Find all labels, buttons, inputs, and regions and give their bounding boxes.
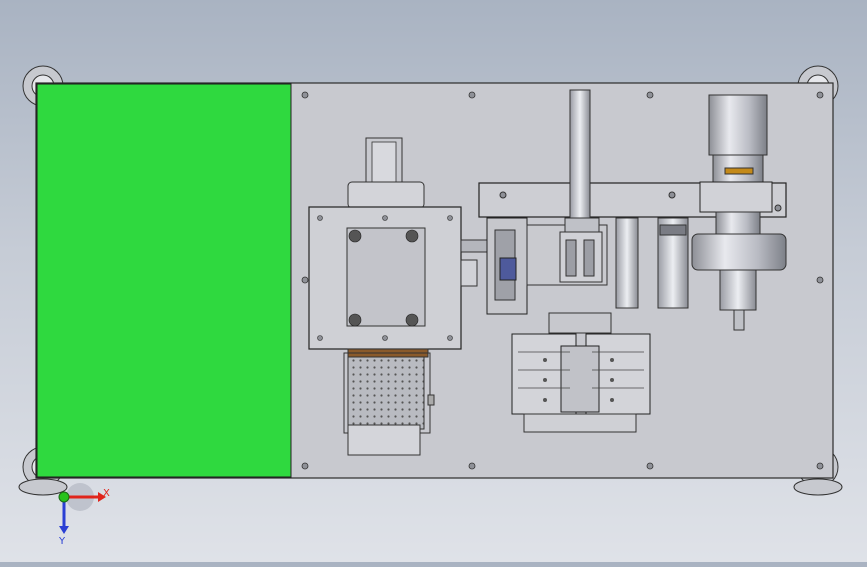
coordinate-triad: X Y xyxy=(58,483,110,547)
assembly-drawing: X Y xyxy=(18,65,843,547)
cad-viewport[interactable]: X Y xyxy=(0,0,867,562)
selected-face[interactable] xyxy=(36,83,292,478)
x-axis-label: X xyxy=(103,488,110,499)
y-axis-label: Y xyxy=(58,536,66,547)
